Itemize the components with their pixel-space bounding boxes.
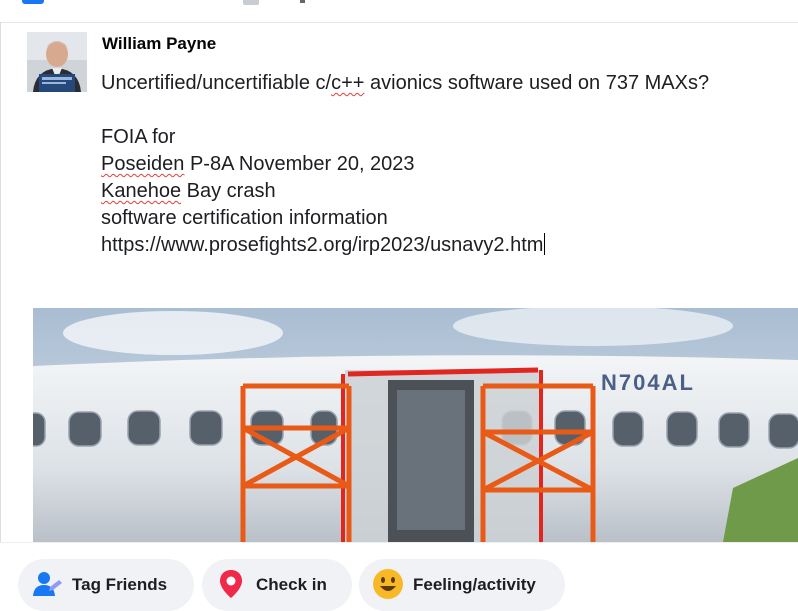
post-composer-text[interactable]: Uncertified/uncertifiable c/c++ avionics… bbox=[101, 70, 781, 259]
top-tab-strip bbox=[0, 0, 798, 23]
feeling-activity-label: Feeling/activity bbox=[413, 575, 536, 594]
post-author-name[interactable]: William Payne bbox=[102, 34, 216, 54]
tag-friends-button[interactable]: Tag Friends bbox=[18, 559, 194, 611]
composer-line: FOIA for bbox=[101, 126, 176, 148]
check-in-label: Check in bbox=[256, 575, 327, 594]
composer-line: Uncertified/uncertifiable c/c++ avionics… bbox=[101, 72, 710, 94]
misspelled-word[interactable]: Kanehoe bbox=[101, 180, 181, 202]
composer-line-link: https://www.prosefights2.org/irp2023/usn… bbox=[101, 232, 781, 259]
tab-indicator[interactable] bbox=[300, 0, 305, 3]
link-preview-image[interactable]: N704AL bbox=[33, 308, 798, 542]
tag-friends-icon bbox=[30, 567, 64, 601]
smiley-icon bbox=[371, 567, 405, 601]
check-in-button[interactable]: Check in bbox=[202, 559, 352, 611]
location-pin-icon bbox=[214, 567, 248, 601]
link-text[interactable]: https://www.prosefights2.org/irp2023/usn… bbox=[101, 234, 543, 256]
avatar-photo bbox=[27, 32, 87, 92]
tab-indicator[interactable] bbox=[243, 0, 259, 5]
aircraft-photo: N704AL bbox=[33, 308, 798, 542]
composer-line: software certification information bbox=[101, 207, 388, 229]
panel-border bbox=[0, 22, 1, 598]
composer-action-bar: Tag Friends Check in Feeling/activity bbox=[0, 542, 798, 611]
misspelled-word[interactable]: Poseiden bbox=[101, 153, 184, 175]
avatar[interactable] bbox=[27, 32, 87, 92]
feeling-activity-button[interactable]: Feeling/activity bbox=[359, 559, 565, 611]
composer-line: Poseiden P-8A November 20, 2023 bbox=[101, 153, 415, 175]
text-caret bbox=[544, 233, 546, 255]
misspelled-word[interactable]: c++ bbox=[331, 72, 364, 94]
active-tab-indicator[interactable] bbox=[22, 0, 44, 4]
tag-friends-label: Tag Friends bbox=[72, 575, 168, 594]
composer-line-empty bbox=[101, 97, 781, 124]
composer-line: Kanehoe Bay crash bbox=[101, 180, 276, 202]
aircraft-registration: N704AL bbox=[601, 370, 695, 395]
